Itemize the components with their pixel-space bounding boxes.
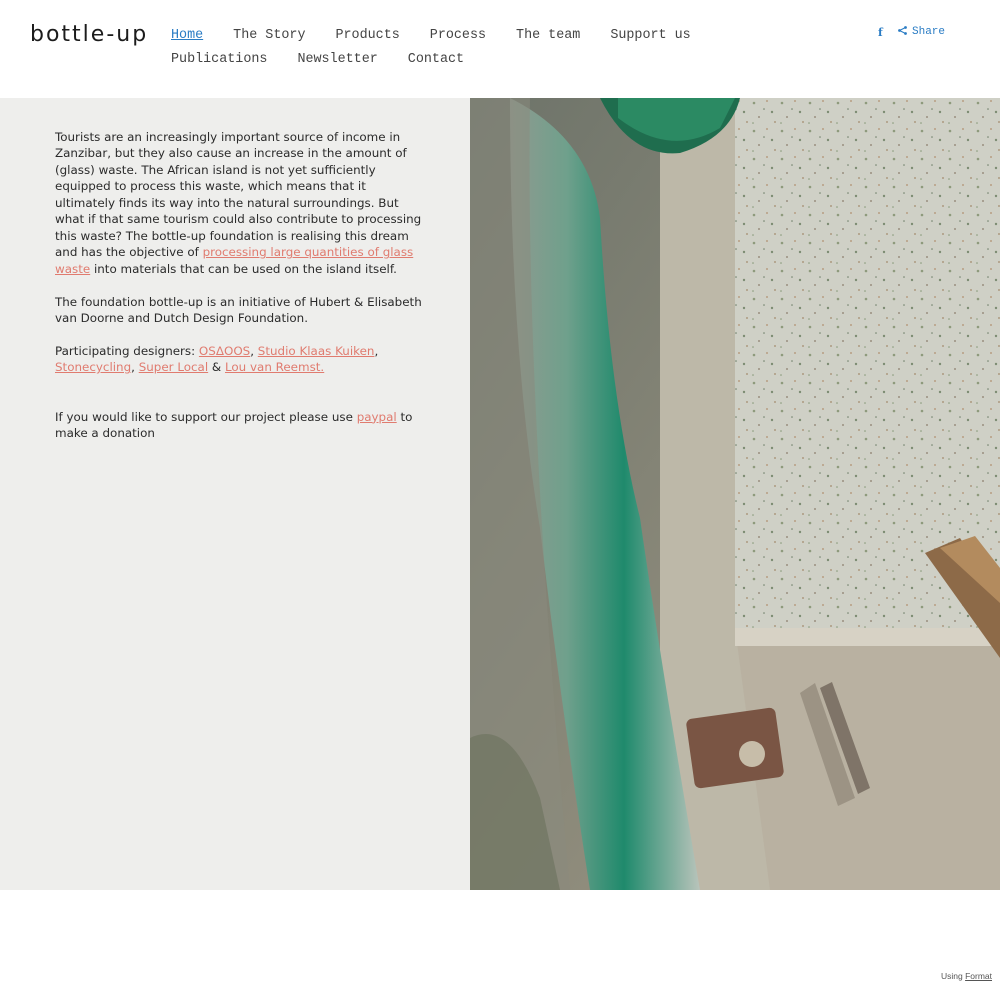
site-logo[interactable]: bottle-up: [30, 22, 148, 47]
share-icon: [898, 26, 907, 35]
terrazzo-photo: [470, 98, 1000, 890]
separator: ,: [250, 343, 258, 358]
facebook-icon[interactable]: f: [878, 26, 883, 39]
designer-link-osdoos[interactable]: OSΔOOS: [199, 344, 250, 358]
intro-panel: Tourists are an increasingly important s…: [0, 98, 470, 890]
nav-support-us[interactable]: Support us: [610, 27, 690, 51]
nav-newsletter[interactable]: Newsletter: [297, 51, 377, 75]
nav-contact[interactable]: Contact: [408, 51, 464, 75]
nav-home[interactable]: Home: [171, 27, 203, 51]
footer-credit: Using Format: [941, 971, 992, 981]
separator: &: [208, 360, 225, 375]
intro-text-1: Tourists are an increasingly important s…: [55, 130, 422, 260]
intro-text-2: into materials that can be used on the i…: [90, 261, 397, 276]
nav-products[interactable]: Products: [335, 27, 399, 51]
nav-the-team[interactable]: The team: [516, 27, 580, 51]
nav-process[interactable]: Process: [430, 27, 486, 51]
nav-the-story[interactable]: The Story: [233, 27, 305, 51]
intro-text: Tourists are an increasingly important s…: [55, 129, 423, 458]
designers-paragraph: Participating designers: OSΔOOS, Studio …: [55, 343, 423, 376]
designer-link-stonecycling[interactable]: Stonecycling: [55, 360, 131, 374]
hero-photo: [470, 98, 1000, 890]
share-button[interactable]: Share: [898, 26, 945, 38]
support-paragraph: If you would like to support our project…: [55, 409, 423, 442]
separator: ,: [131, 360, 139, 375]
main-nav: Home The Story Products Process The team…: [171, 27, 811, 74]
designer-link-super-local[interactable]: Super Local: [139, 360, 208, 374]
designer-link-lou-van-reemst[interactable]: Lou van Reemst.: [225, 360, 324, 374]
intro-paragraph: Tourists are an increasingly important s…: [55, 129, 423, 277]
paypal-link[interactable]: paypal: [357, 410, 397, 424]
format-link[interactable]: Format: [965, 971, 992, 981]
site-header: bottle-up Home The Story Products Proces…: [0, 0, 1000, 98]
separator: ,: [374, 343, 379, 358]
support-text-1: If you would like to support our project…: [55, 409, 357, 424]
designers-label: Participating designers:: [55, 343, 199, 358]
footer-using-label: Using: [940, 971, 963, 981]
nav-publications[interactable]: Publications: [171, 51, 267, 75]
designer-link-studio-klaas-kuiken[interactable]: Studio Klaas Kuiken: [258, 344, 375, 358]
foundation-paragraph: The foundation bottle-up is an initiativ…: [55, 294, 422, 325]
share-label: Share: [912, 26, 946, 38]
